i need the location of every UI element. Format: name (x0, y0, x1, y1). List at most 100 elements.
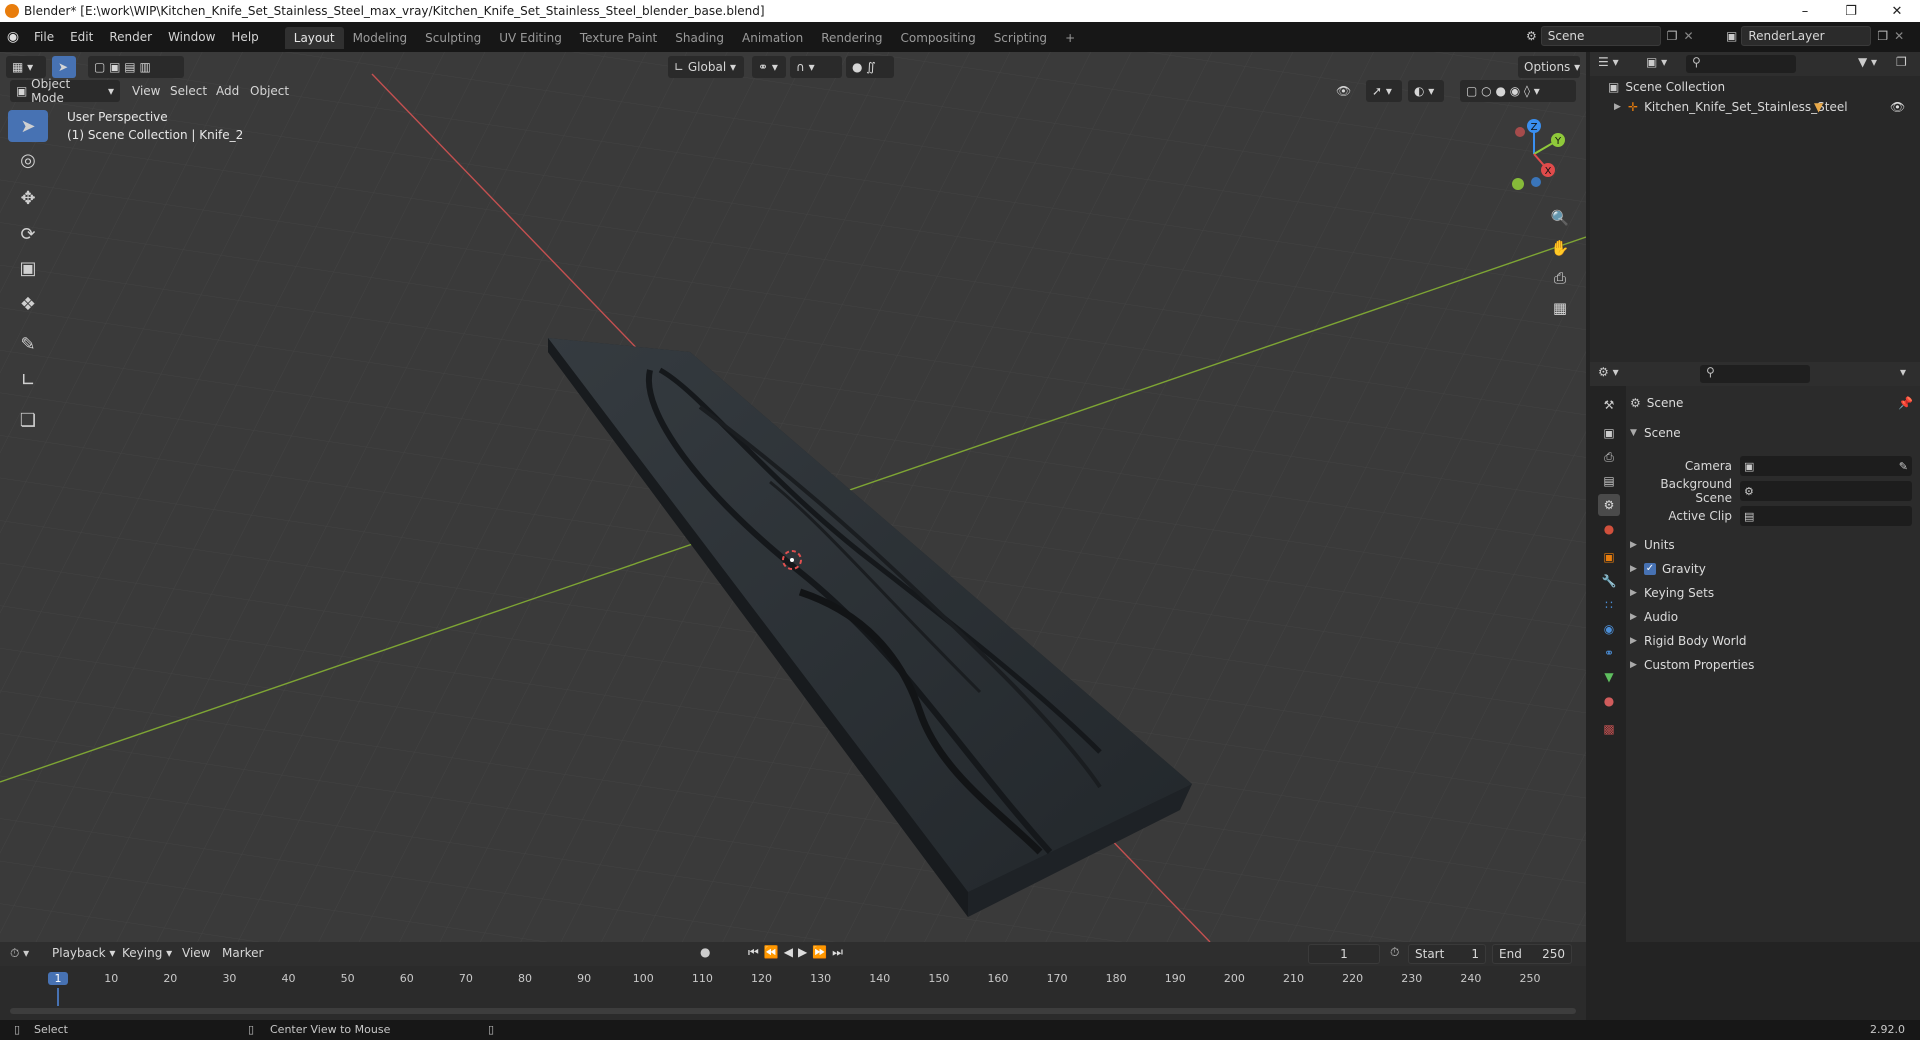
scene-selector[interactable]: Scene (1540, 26, 1661, 46)
rotate-tool-icon[interactable]: ⟳ (8, 218, 48, 250)
scene-tab-icon[interactable]: ⚙ (1598, 494, 1620, 516)
ortho-toggle-icon[interactable]: ▦ (1546, 294, 1574, 322)
gravity-panel-header[interactable]: ▶ ✓ Gravity (1630, 558, 1920, 580)
properties-editor-type-icon[interactable]: ⚙ ▾ (1598, 365, 1619, 379)
audio-panel-header[interactable]: ▶ Audio (1630, 606, 1920, 628)
new-renderlayer-icon[interactable]: ❐ (1877, 29, 1888, 43)
display-mode-icon[interactable]: ▣ ▾ (1646, 55, 1667, 69)
camera-view-icon[interactable]: ⎙ (1546, 264, 1574, 292)
tab-rendering[interactable]: Rendering (812, 27, 891, 49)
viewport-menu-add[interactable]: Add (210, 80, 245, 102)
material-tab-icon[interactable]: ● (1598, 690, 1620, 712)
eyedropper-icon[interactable]: ✎ (1899, 460, 1908, 473)
filter-icon[interactable]: ▼ ▾ (1858, 55, 1877, 69)
active-clip-field[interactable]: ▤ (1740, 506, 1912, 526)
options-dropdown[interactable]: Options ▾ (1518, 56, 1580, 78)
tab-sculpting[interactable]: Sculpting (416, 27, 490, 49)
gravity-checkbox[interactable]: ✓ (1644, 563, 1656, 575)
scale-tool-icon[interactable]: ▣ (8, 252, 48, 284)
selection-mode-buttons[interactable]: ▢ ▣ ▤ ▥ (88, 56, 184, 78)
modifier-tab-icon[interactable]: 🔧 (1598, 570, 1620, 592)
delete-scene-icon[interactable]: ✕ (1684, 29, 1694, 43)
select-tool-icon[interactable]: ➤ (52, 56, 76, 78)
menu-edit[interactable]: Edit (62, 22, 101, 52)
menu-render[interactable]: Render (101, 22, 160, 52)
transform-orientation-dropdown[interactable]: ∟ Global ▾ (668, 56, 744, 78)
visibility-eye-icon[interactable]: 👁 (1330, 80, 1360, 102)
annotate-tool-icon[interactable]: ✎ (8, 328, 48, 360)
delete-renderlayer-icon[interactable]: ✕ (1894, 29, 1904, 43)
shading-mode-buttons[interactable]: ▢ ○ ● ◉ ◊ ▾ (1460, 80, 1576, 102)
tab-uv-editing[interactable]: UV Editing (490, 27, 571, 49)
menu-window[interactable]: Window (160, 22, 223, 52)
pin-icon[interactable]: 📌 (1898, 396, 1913, 410)
viewport-menu-view[interactable]: View (126, 80, 166, 102)
particles-tab-icon[interactable]: ∷ (1598, 594, 1620, 616)
physics-tab-icon[interactable]: ◉ (1598, 618, 1620, 640)
scene-panel-header[interactable]: ▼ Scene (1630, 422, 1920, 444)
visibility-eye-icon[interactable]: 👁 (1890, 100, 1905, 114)
add-cube-tool-icon[interactable]: ❏ (8, 404, 48, 436)
tab-animation[interactable]: Animation (733, 27, 812, 49)
tab-texture-paint[interactable]: Texture Paint (571, 27, 666, 49)
tab-shading[interactable]: Shading (666, 27, 733, 49)
rigid-body-world-panel-header[interactable]: ▶ Rigid Body World (1630, 630, 1920, 652)
cursor-tool-icon[interactable]: ◎ (8, 144, 48, 176)
proportional-editing-toggle[interactable]: ● ∬ (846, 56, 894, 78)
pivot-point-dropdown[interactable]: ⚭ ▾ (752, 56, 786, 78)
keying-sets-panel-header[interactable]: ▶ Keying Sets (1630, 582, 1920, 604)
3d-viewport[interactable]: ▦ ▾ ➤ ▢ ▣ ▤ ▥ ∟ Global ▾ ⚭ ▾ ∩ ▾ ● ∬ Opt… (0, 52, 1586, 942)
world-tab-icon[interactable]: ● (1598, 518, 1620, 540)
camera-field[interactable]: ▣ ✎ (1740, 456, 1912, 476)
select-box-tool-icon[interactable]: ➤ (8, 110, 48, 142)
menu-help[interactable]: Help (223, 22, 266, 52)
close-icon[interactable]: ✕ (1874, 0, 1920, 22)
properties-search-input[interactable]: ⚲ (1700, 365, 1810, 383)
view-layer-tab-icon[interactable]: ▤ (1598, 470, 1620, 492)
output-tab-icon[interactable]: ⎙ (1598, 446, 1620, 468)
data-tab-icon[interactable]: ▼ (1598, 666, 1620, 688)
tab-layout[interactable]: Layout (284, 27, 344, 49)
new-scene-icon[interactable]: ❐ (1667, 29, 1678, 43)
renderlayer-selector[interactable]: RenderLayer (1741, 26, 1872, 46)
viewport-canvas[interactable] (0, 52, 1586, 942)
units-panel-header[interactable]: ▶ Units (1630, 534, 1920, 556)
texture-tab-icon[interactable]: ▩ (1598, 718, 1620, 740)
overlay-toggle-icon[interactable]: ◐ ▾ (1408, 80, 1444, 102)
add-workspace-button[interactable]: + (1056, 27, 1084, 49)
viewport-menu-object[interactable]: Object (244, 80, 295, 102)
tool-tab-icon[interactable]: ⚒ (1598, 394, 1620, 416)
outliner-item[interactable]: ▶ ✛ Kitchen_Knife_Set_Stainless_Steel ▼ … (1614, 100, 1914, 114)
playhead-line[interactable] (57, 988, 59, 1006)
object-tab-icon[interactable]: ▣ (1598, 546, 1620, 568)
tab-modeling[interactable]: Modeling (344, 27, 417, 49)
blender-menu-icon[interactable]: ◉ (0, 29, 26, 45)
restore-icon[interactable]: ❐ (1828, 0, 1874, 22)
custom-properties-panel-header[interactable]: ▶ Custom Properties (1630, 654, 1920, 676)
move-tool-icon[interactable]: ✥ (8, 182, 48, 214)
expand-arrow-icon[interactable]: ▶ (1614, 102, 1628, 112)
measure-tool-icon[interactable]: ∟ (8, 364, 48, 396)
menu-file[interactable]: File (26, 22, 62, 52)
outliner-scene-collection[interactable]: ▣ Scene Collection (1608, 80, 1725, 94)
zoom-icon[interactable]: 🔍 (1546, 204, 1574, 232)
timeline-scrollbar[interactable] (10, 1008, 1576, 1014)
tab-scripting[interactable]: Scripting (985, 27, 1056, 49)
gizmo-toggle-icon[interactable]: ➚ ▾ (1366, 80, 1402, 102)
background-scene-field[interactable]: ⚙ (1740, 481, 1912, 501)
snapping-toggle[interactable]: ∩ ▾ (790, 56, 842, 78)
navigation-gizmo[interactable]: Z Y X (1494, 114, 1574, 194)
chevron-down-icon[interactable]: ▾ (1900, 365, 1906, 379)
outliner-search-input[interactable]: ⚲ (1686, 55, 1796, 73)
outliner-editor-type-icon[interactable]: ☰ ▾ (1598, 55, 1619, 69)
transform-tool-icon[interactable]: ❖ (8, 288, 48, 320)
new-collection-icon[interactable]: ❐ (1896, 55, 1907, 69)
viewport-menu-select[interactable]: Select (164, 80, 213, 102)
editor-type-menu[interactable]: ▦ ▾ (6, 56, 46, 78)
pan-hand-icon[interactable]: ✋ (1546, 234, 1574, 262)
object-mode-dropdown[interactable]: ▣ Object Mode ▾ (10, 77, 120, 105)
constraints-tab-icon[interactable]: ⚭ (1598, 642, 1620, 664)
tab-compositing[interactable]: Compositing (891, 27, 984, 49)
minimize-icon[interactable]: – (1782, 0, 1828, 22)
render-tab-icon[interactable]: ▣ (1598, 422, 1620, 444)
